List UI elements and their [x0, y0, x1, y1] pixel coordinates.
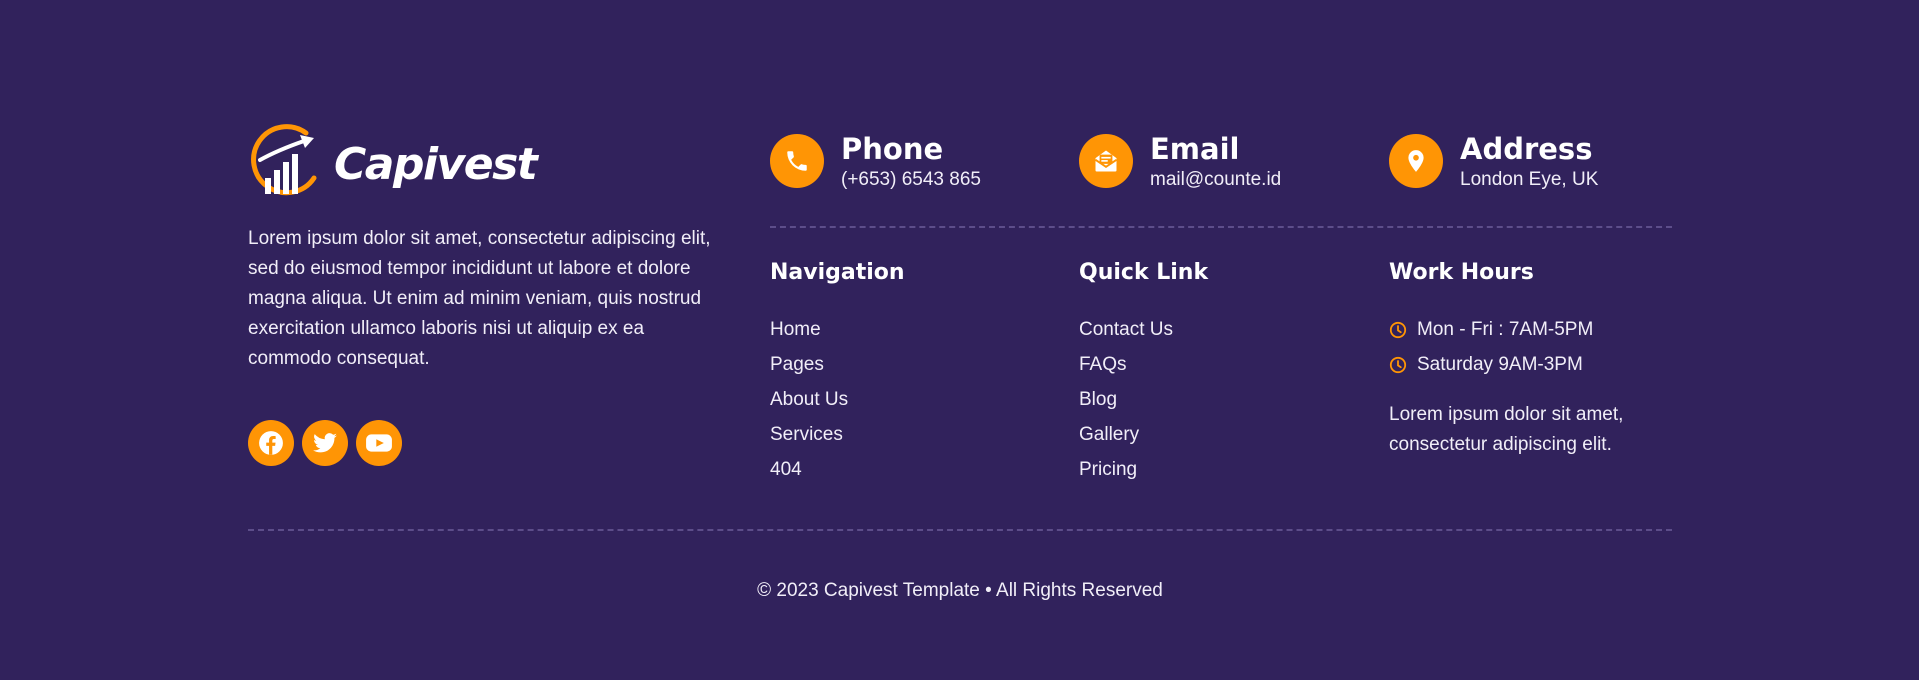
email-icon-circle: [1079, 134, 1133, 188]
brand-name: Capivest: [334, 138, 538, 190]
copyright-text: © 2023 Capivest Template • All Rights Re…: [757, 580, 1163, 601]
contact-email: Email mail@counte.id: [1079, 132, 1281, 192]
work-hours-text: Mon - Fri : 7AM-5PM: [1417, 319, 1594, 340]
clock-icon: [1389, 321, 1407, 339]
phone-icon: [787, 151, 807, 171]
quick-link-faqs[interactable]: FAQs: [1079, 347, 1208, 382]
navigation-heading: Navigation: [770, 260, 905, 285]
work-hours-note: Lorem ipsum dolor sit amet, consectetur …: [1389, 404, 1624, 455]
contact-title: Email: [1150, 132, 1240, 166]
quick-link-pricing[interactable]: Pricing: [1079, 452, 1208, 487]
quick-link-blog[interactable]: Blog: [1079, 382, 1208, 417]
work-hours-item: Mon - Fri : 7AM-5PM: [1389, 312, 1679, 347]
footer: Capivest Lorem ipsum dolor sit amet, con…: [248, 0, 1672, 680]
contact-title: Phone: [841, 132, 944, 166]
contact-value[interactable]: mail@counte.id: [1150, 168, 1281, 192]
navigation-column: Navigation Home Pages About Us Services …: [770, 258, 905, 487]
twitter-icon: [313, 433, 337, 453]
footer-divider: [248, 529, 1672, 531]
contact-divider: [770, 226, 1672, 228]
phone-icon-circle: [770, 134, 824, 188]
contact-address: Address London Eye, UK: [1389, 132, 1598, 192]
work-hours-text: Saturday 9AM-3PM: [1417, 354, 1583, 375]
quick-link-contact-us[interactable]: Contact Us: [1079, 312, 1208, 347]
quick-link-column: Quick Link Contact Us FAQs Blog Gallery …: [1079, 258, 1208, 487]
facebook-icon: [259, 431, 283, 455]
twitter-button[interactable]: [302, 420, 348, 466]
youtube-icon: [366, 434, 392, 452]
contact-title: Address: [1460, 132, 1593, 166]
clock-icon: [1389, 356, 1407, 374]
work-hours-item: Saturday 9AM-3PM: [1389, 347, 1679, 382]
contact-phone: Phone (+653) 6543 865: [770, 132, 981, 192]
contact-value: London Eye, UK: [1460, 169, 1599, 190]
nav-link-services[interactable]: Services: [770, 417, 905, 452]
nav-link-about-us[interactable]: About Us: [770, 382, 905, 417]
nav-link-404[interactable]: 404: [770, 452, 905, 487]
brand-column: Capivest Lorem ipsum dolor sit amet, con…: [248, 124, 718, 466]
nav-link-pages[interactable]: Pages: [770, 347, 905, 382]
email-icon: [1094, 150, 1118, 172]
logo[interactable]: Capivest: [248, 124, 718, 200]
facebook-button[interactable]: [248, 420, 294, 466]
youtube-button[interactable]: [356, 420, 402, 466]
work-hours-list: Mon - Fri : 7AM-5PM Saturday 9AM-3PM: [1389, 312, 1679, 382]
work-hours-column: Work Hours Mon - Fri : 7AM-5PM Saturday …: [1389, 258, 1679, 460]
contact-row: Phone (+653) 6543 865 Email mail@counte.…: [770, 132, 1672, 198]
logo-icon: [251, 124, 317, 196]
location-icon-circle: [1389, 134, 1443, 188]
social-links: [248, 420, 718, 466]
quick-link-list: Contact Us FAQs Blog Gallery Pricing: [1079, 312, 1208, 487]
quick-link-gallery[interactable]: Gallery: [1079, 417, 1208, 452]
contact-value[interactable]: (+653) 6543 865: [841, 168, 981, 192]
navigation-list: Home Pages About Us Services 404: [770, 312, 905, 487]
nav-link-home[interactable]: Home: [770, 312, 905, 347]
work-hours-heading: Work Hours: [1389, 260, 1534, 285]
brand-description: Lorem ipsum dolor sit amet, consectetur …: [248, 228, 711, 369]
quick-link-heading: Quick Link: [1079, 260, 1209, 285]
location-pin-icon: [1408, 150, 1424, 172]
